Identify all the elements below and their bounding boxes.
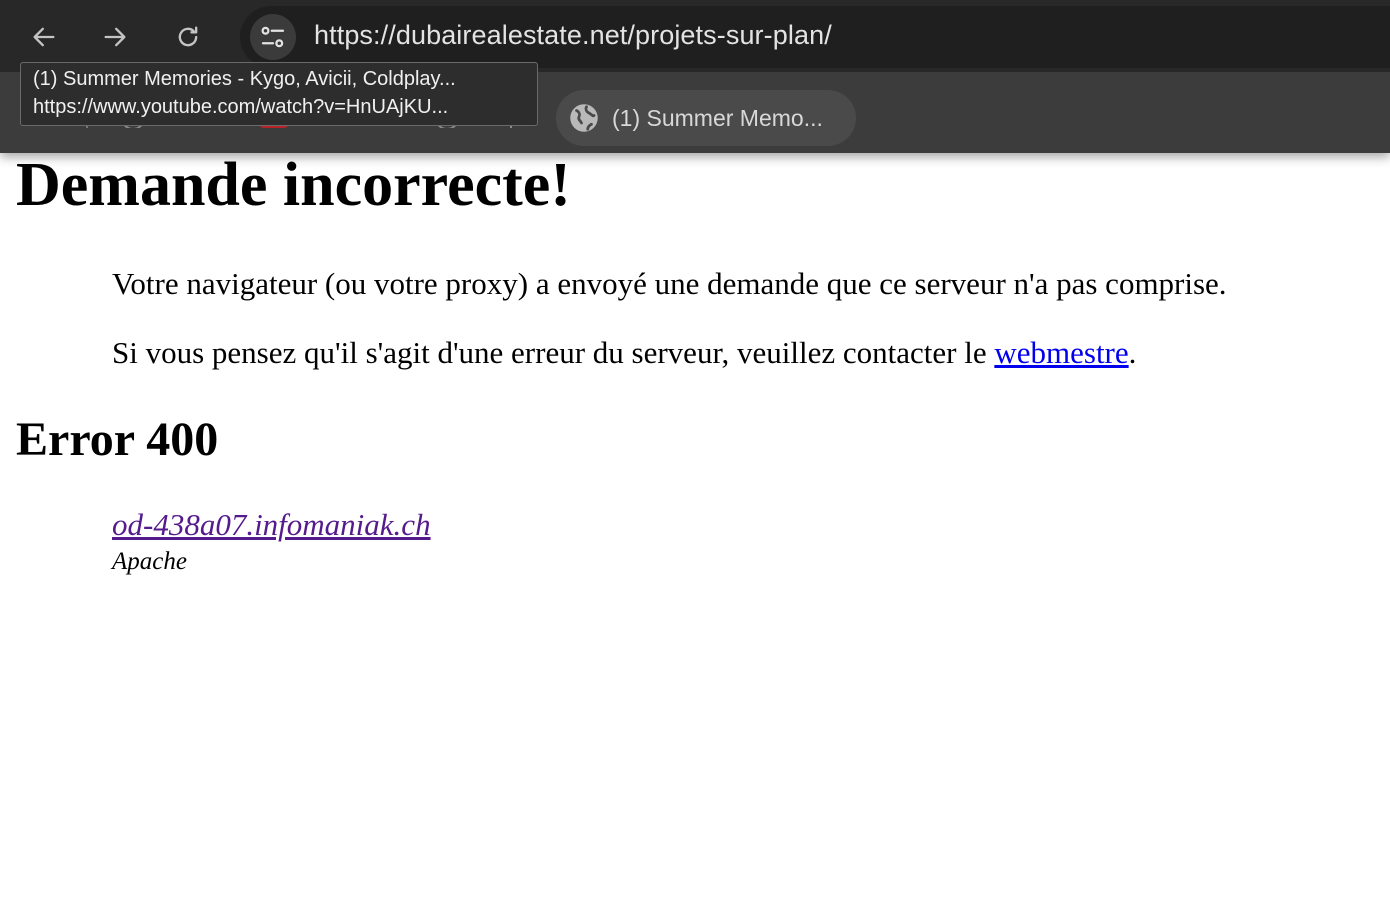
arrow-right-icon xyxy=(104,27,126,47)
address-bar[interactable]: https://dubairealestate.net/projets-sur-… xyxy=(240,6,1390,68)
error-code-heading: Error 400 xyxy=(16,413,219,466)
bookmark-label: (1) Summer Memo... xyxy=(612,104,823,131)
server-software: Apache xyxy=(112,548,187,575)
page-title: Demande incorrecte! xyxy=(16,151,571,219)
globe-icon xyxy=(570,104,598,132)
contact-paragraph: Si vous pensez qu'il s'agit d'une erreur… xyxy=(112,335,1136,371)
contact-text: Si vous pensez qu'il s'agit d'une erreur… xyxy=(112,335,995,370)
reload-button[interactable] xyxy=(165,14,211,60)
back-button[interactable] xyxy=(21,14,67,60)
url-text[interactable]: https://dubairealestate.net/projets-sur-… xyxy=(314,20,832,51)
contact-suffix: . xyxy=(1128,335,1137,370)
server-address: od-438a07.infomaniak.ch xyxy=(112,507,431,543)
site-info-button[interactable] xyxy=(250,14,296,60)
bookmark-tooltip: (1) Summer Memories - Kygo, Avicii, Cold… xyxy=(20,62,538,126)
reload-icon xyxy=(178,26,198,47)
tooltip-title: (1) Summer Memories - Kygo, Avicii, Cold… xyxy=(33,68,456,90)
arrow-left-icon xyxy=(33,27,55,47)
bookmark-summer-memories[interactable]: (1) Summer Memo... xyxy=(556,90,856,146)
server-host-link[interactable]: od-438a07.infomaniak.ch xyxy=(112,507,431,542)
webmaster-link[interactable]: webmestre xyxy=(994,335,1128,370)
tune-icon xyxy=(261,26,285,48)
tooltip-url: https://www.youtube.com/watch?v=HnUAjKU.… xyxy=(33,96,449,118)
forward-button[interactable] xyxy=(92,14,138,60)
error-message: Votre navigateur (ou votre proxy) a envo… xyxy=(112,266,1227,301)
